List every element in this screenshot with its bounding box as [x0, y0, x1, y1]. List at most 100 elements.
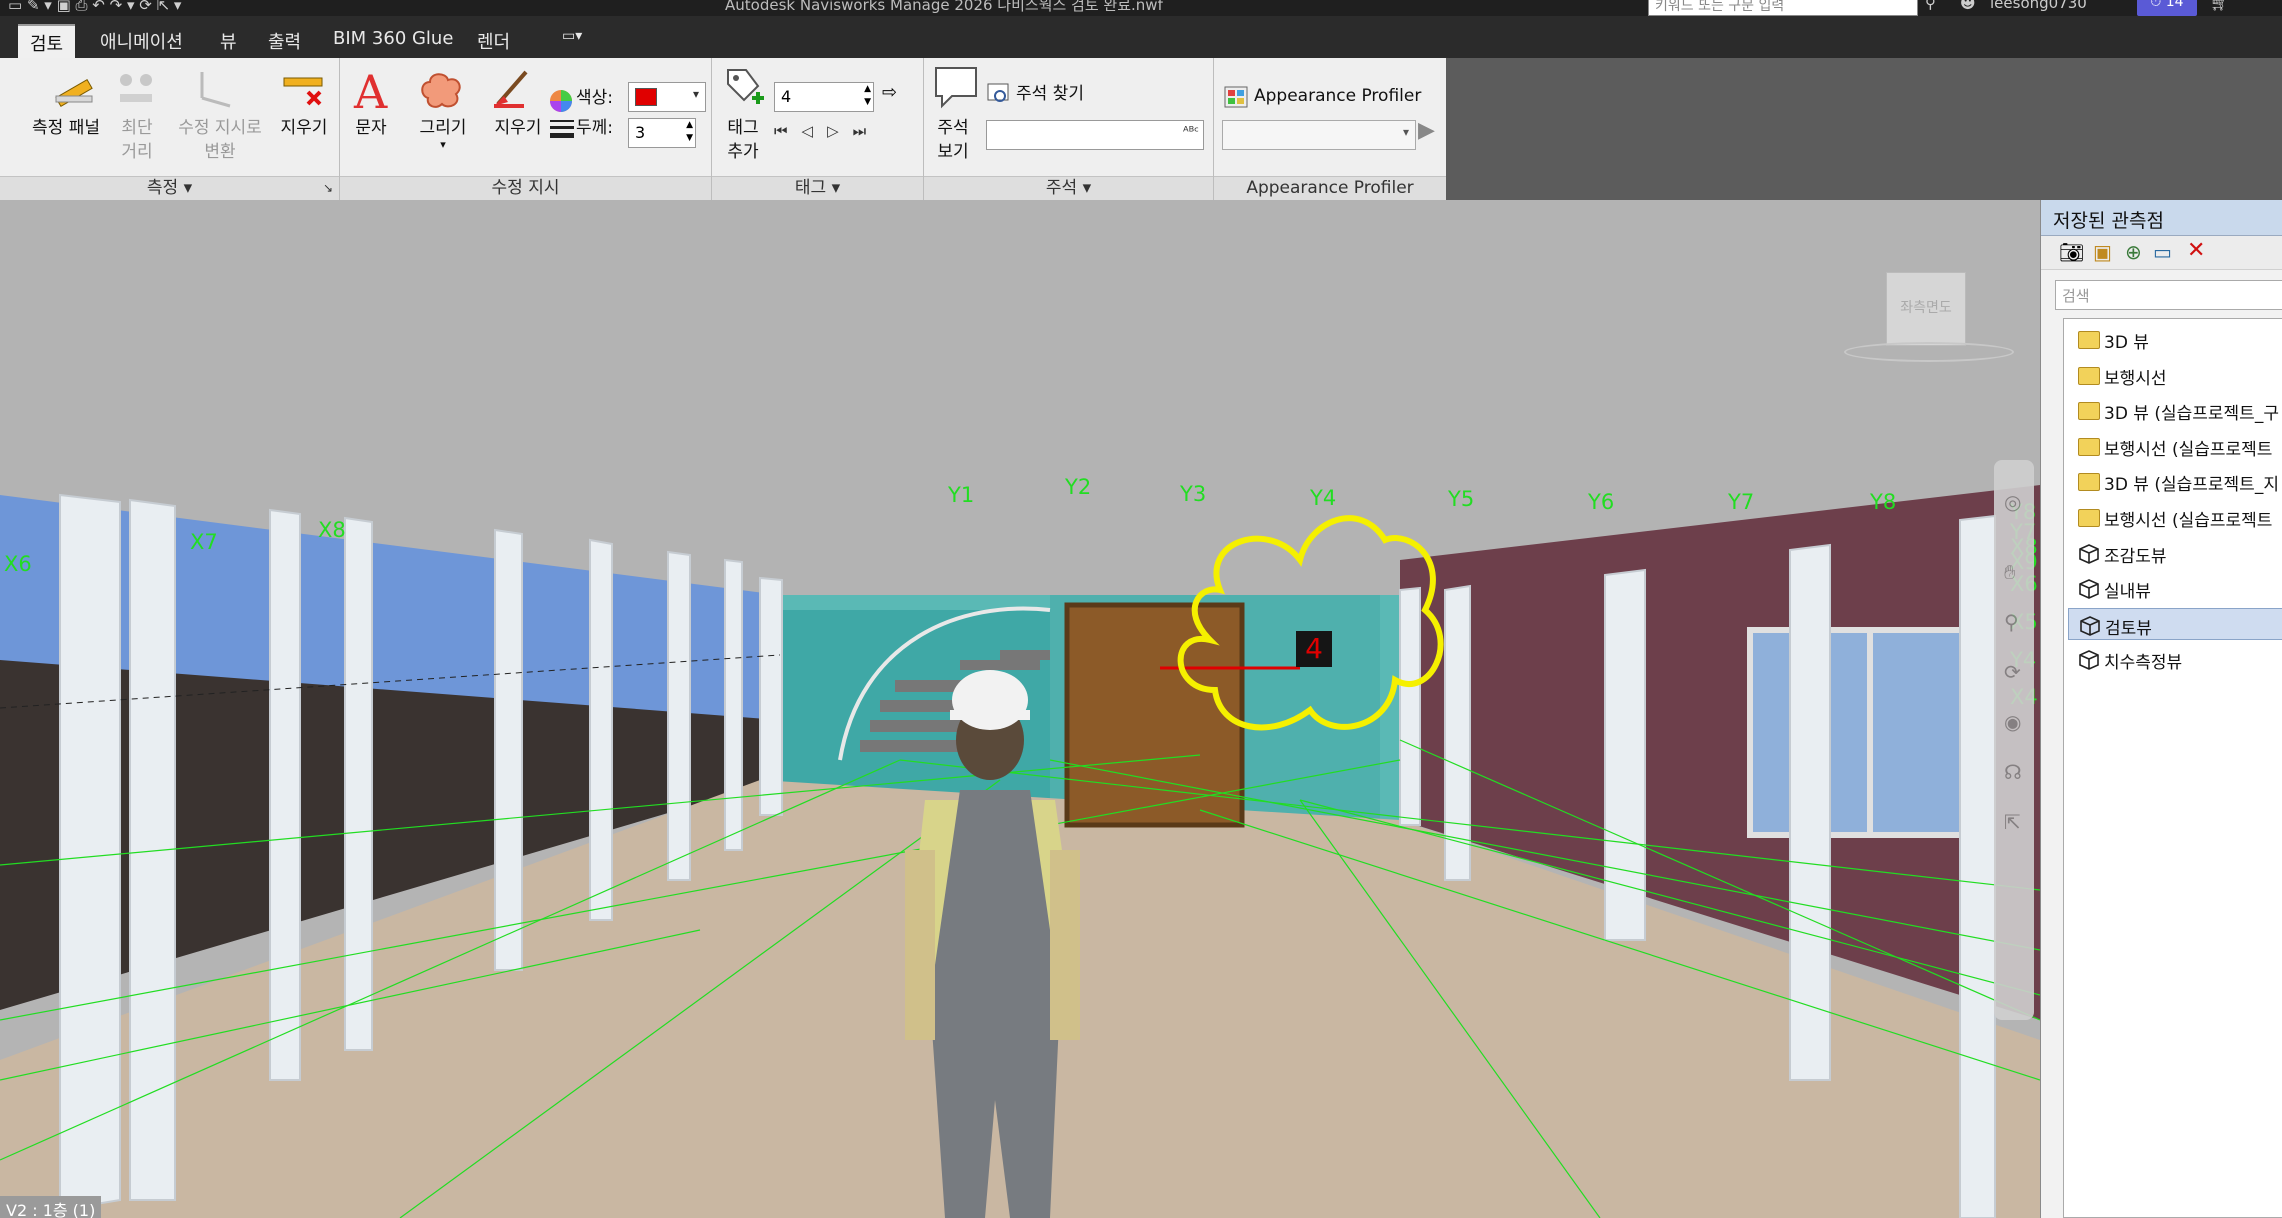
measure-panel-button[interactable]: 측정 패널 [26, 116, 106, 140]
binoculars-icon[interactable]: ⚲ [1925, 0, 1936, 12]
spinner-arrows-icon[interactable]: ▲ ▼ [686, 119, 693, 145]
cart-icon[interactable]: 🛒︎ [2210, 0, 2229, 12]
panel-tags: 태그 추가 4 ▲ ▼ ⇨ ⏮◁▷⏭ 태그 ▾ [712, 58, 924, 200]
grid-label: Y2 [1065, 475, 1092, 499]
add-tag-icon [727, 69, 764, 104]
next-tag-icon[interactable]: ▷ [827, 122, 853, 140]
folder-icon [2078, 331, 2100, 349]
prev-tag-icon[interactable]: ◁ [802, 122, 828, 140]
new-folder-icon[interactable]: ▣ [2093, 240, 2112, 264]
tag-marker[interactable]: 4 [1296, 631, 1332, 667]
tab-animation[interactable]: 애니메이션 [88, 24, 195, 58]
tab-bim360-glue[interactable]: BIM 360 Glue [321, 24, 465, 58]
zoom-icon[interactable]: ⚲ [2004, 610, 2019, 634]
grid-label: Y6 [1588, 490, 1615, 514]
color-swatch [635, 88, 657, 106]
appearance-profiler-icon [1224, 86, 1248, 108]
viewpoint-folder[interactable]: 3D 뷰 [2068, 323, 2282, 355]
viewpoint-label: 실내뷰 [2104, 582, 2151, 603]
viewpoint-folder[interactable]: 보행시선 (실습프로젝트 [2068, 430, 2282, 462]
folder-icon [2078, 437, 2100, 456]
tag-id-input[interactable]: 4 ▲ ▼ [774, 82, 874, 112]
grid-label: Y3 [1180, 482, 1207, 506]
viewpoint-folder[interactable]: 3D 뷰 (실습프로젝트_구 [2068, 394, 2282, 426]
revision-cloud [1177, 515, 1444, 731]
folder-icon [2078, 366, 2100, 385]
tab-review[interactable]: 검토 [18, 24, 76, 58]
viewpoint-search-input[interactable]: 검색 [2055, 280, 2282, 310]
viewpoint-item[interactable]: 치수측정뷰 [2068, 643, 2282, 675]
ribbon-tab-bar: 검토 애니메이션 뷰 출력 BIM 360 Glue 렌더 ▭▾ [0, 16, 2282, 58]
keyword-search-input[interactable]: 키워드 또는 구문 입력 [1648, 0, 1918, 16]
add-comment-icon[interactable]: ▭ [2153, 240, 2172, 264]
comments-search-input[interactable]: ᴬᴮᶜ [986, 120, 1204, 150]
user-icon[interactable]: ☻ [1960, 0, 1976, 12]
viewcube-face[interactable]: 좌측면도 [1886, 272, 1966, 346]
viewport-status: V2 : 1층 (1) [0, 1196, 102, 1218]
save-viewpoint-icon[interactable]: 📷︎ [2059, 240, 2084, 264]
shortest-distance-button[interactable]: 최단 거리 [112, 116, 162, 164]
spinner-arrows-icon[interactable]: ▲ ▼ [864, 83, 871, 109]
notification-badge[interactable]: ⏱ 14 [2137, 0, 2197, 16]
viewpoint-item[interactable]: 조감도뷰 [2068, 537, 2282, 569]
look-eye-icon[interactable]: ◉ [2004, 710, 2021, 734]
color-dropdown[interactable]: ▾ [628, 82, 706, 112]
select-cursor-icon[interactable]: ⇱ [2004, 810, 2021, 834]
go-to-tag-icon[interactable]: ⇨ [882, 82, 910, 112]
clear-measure-icon [283, 77, 323, 106]
draw-cloud-icon [421, 73, 461, 108]
viewpoint-item[interactable]: 실내뷰 [2068, 572, 2282, 604]
steering-wheel-icon[interactable]: ◎ [2004, 490, 2021, 514]
viewcube[interactable]: 좌측면도 [1830, 200, 2020, 362]
draw-button[interactable]: 그리기 ▾ [410, 116, 476, 150]
line-thickness-icon [550, 120, 574, 138]
grid-label: Y1 [948, 483, 975, 507]
view-comments-button[interactable]: 주석 보기 [928, 116, 978, 164]
grid-label: X8 [318, 518, 346, 542]
viewpoint-folder[interactable]: 보행시선 [2068, 359, 2282, 391]
erase-redline-icon [494, 70, 528, 108]
tab-view[interactable]: 뷰 [208, 24, 249, 58]
first-tag-icon[interactable]: ⏮ [774, 122, 802, 140]
last-tag-icon[interactable]: ⏭ [853, 122, 881, 140]
viewpoint-folder[interactable]: 보행시선 (실습프로젝트 [2068, 501, 2282, 533]
viewpoint-folder[interactable]: 3D 뷰 (실습프로젝트_지 [2068, 465, 2282, 497]
clear-measure-button[interactable]: 지우기 [274, 116, 334, 140]
walk-icon[interactable]: ☊ [2004, 760, 2022, 784]
viewpoint-label: 3D 뷰 (실습프로젝트_지 [2104, 475, 2279, 496]
delete-icon[interactable]: ✕ [2187, 238, 2205, 263]
viewpoint-item[interactable]: 검토뷰 [2068, 607, 2282, 640]
orbit-icon[interactable]: ⟳ [2004, 660, 2021, 684]
grid-label: Y7 [1728, 490, 1755, 514]
add-animation-icon[interactable]: ⊕ [2125, 240, 2142, 264]
tab-overflow-dropdown[interactable]: ▭▾ [550, 24, 594, 58]
tags-panel-title[interactable]: 태그 ▾ [712, 176, 923, 200]
appearance-profiler-button[interactable]: Appearance Profiler [1254, 84, 1444, 108]
tab-output[interactable]: 출력 [256, 24, 313, 58]
viewpoint-cube-icon [2079, 615, 2101, 637]
ribbon-empty-area [1446, 58, 2282, 200]
user-name[interactable]: leesong0730 [1990, 0, 2087, 12]
3d-viewport[interactable]: 4 X6X7X8Y1Y2Y3Y4Y5Y6Y7Y8Y8Y7X8X9X6X5Y4X4… [0, 200, 2040, 1218]
find-comments-button[interactable]: 주석 찾기 [1016, 82, 1106, 106]
tab-render[interactable]: 렌더 [465, 24, 522, 58]
folder-icon [2078, 473, 2100, 492]
scene-render [0, 200, 2040, 1218]
measure-panel-title[interactable]: 측정 ▾ ↘ [0, 176, 339, 200]
viewcube-compass-ring[interactable] [1844, 342, 2014, 362]
spell-check-icon[interactable]: ᴬᴮᶜ [1183, 125, 1199, 140]
erase-redline-button[interactable]: 지우기 [488, 116, 548, 140]
play-icon[interactable]: ▶ [1418, 118, 1435, 143]
text-redline-button[interactable]: 문자 [346, 116, 396, 140]
pan-hand-icon[interactable]: ✋︎ [2004, 560, 2015, 584]
add-tag-button[interactable]: 태그 추가 [718, 116, 768, 164]
folder-icon [2078, 509, 2100, 527]
viewpoint-label: 3D 뷰 [2104, 333, 2149, 353]
view-comments-icon [935, 67, 977, 109]
comments-panel-title[interactable]: 주석 ▾ [924, 176, 1213, 200]
convert-to-markup-button[interactable]: 수정 지시로 변환 [168, 116, 272, 164]
viewpoint-label: 검토뷰 [2105, 618, 2152, 639]
thickness-spinner[interactable]: 3 ▲ ▼ [628, 118, 696, 148]
appearance-profile-dropdown[interactable]: ▾ [1222, 120, 1416, 150]
quick-access-icons[interactable]: ▭ ✎ ▾ ▣ ⎙ ↶ ↷ ▾ ⟳ ⇱ ▾ [8, 0, 181, 14]
